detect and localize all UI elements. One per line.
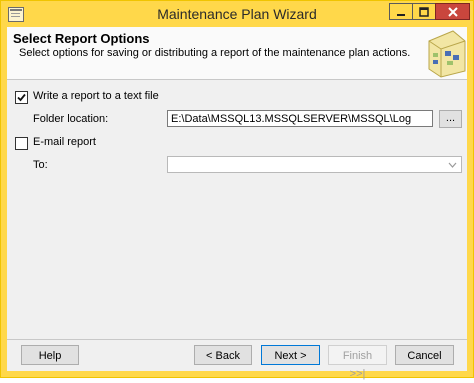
finish-button: Finish >>| bbox=[328, 345, 387, 380]
folder-location-input[interactable]: E:\Data\MSSQL13.MSSQLSERVER\MSSQL\Log bbox=[167, 110, 433, 127]
wizard-window: Maintenance Plan Wizard Select Report Op… bbox=[0, 0, 474, 380]
close-icon bbox=[447, 6, 458, 17]
to-label: To: bbox=[33, 159, 48, 171]
to-combobox[interactable] bbox=[167, 156, 462, 173]
wizard-header: Select Report Options Select options for… bbox=[7, 27, 467, 80]
browse-folder-button[interactable]: ... bbox=[439, 110, 462, 128]
minimize-icon bbox=[397, 13, 405, 16]
minimize-button[interactable] bbox=[389, 3, 413, 20]
wizard-illustration-icon bbox=[428, 30, 466, 78]
help-button[interactable]: Help bbox=[21, 345, 79, 365]
footer-divider bbox=[7, 339, 467, 340]
page-subtitle: Select options for saving or distributin… bbox=[19, 47, 411, 59]
title-bar[interactable]: Maintenance Plan Wizard bbox=[1, 1, 473, 27]
maximize-button[interactable] bbox=[412, 3, 436, 20]
write-report-label[interactable]: Write a report to a text file bbox=[33, 90, 159, 102]
next-button[interactable]: Next > bbox=[261, 345, 320, 365]
close-button[interactable] bbox=[435, 3, 470, 20]
cancel-button[interactable]: Cancel bbox=[395, 345, 454, 365]
chevron-down-icon bbox=[446, 158, 458, 172]
page-title: Select Report Options bbox=[13, 31, 150, 46]
write-report-checkbox[interactable] bbox=[15, 91, 28, 104]
wizard-client-area: Select Report Options Select options for… bbox=[7, 27, 467, 380]
email-report-checkbox[interactable] bbox=[15, 137, 28, 150]
folder-location-label: Folder location: bbox=[33, 113, 109, 125]
maximize-icon bbox=[419, 6, 429, 17]
email-report-label[interactable]: E-mail report bbox=[33, 136, 96, 148]
checkmark-icon bbox=[17, 93, 26, 102]
back-button[interactable]: < Back bbox=[194, 345, 252, 365]
